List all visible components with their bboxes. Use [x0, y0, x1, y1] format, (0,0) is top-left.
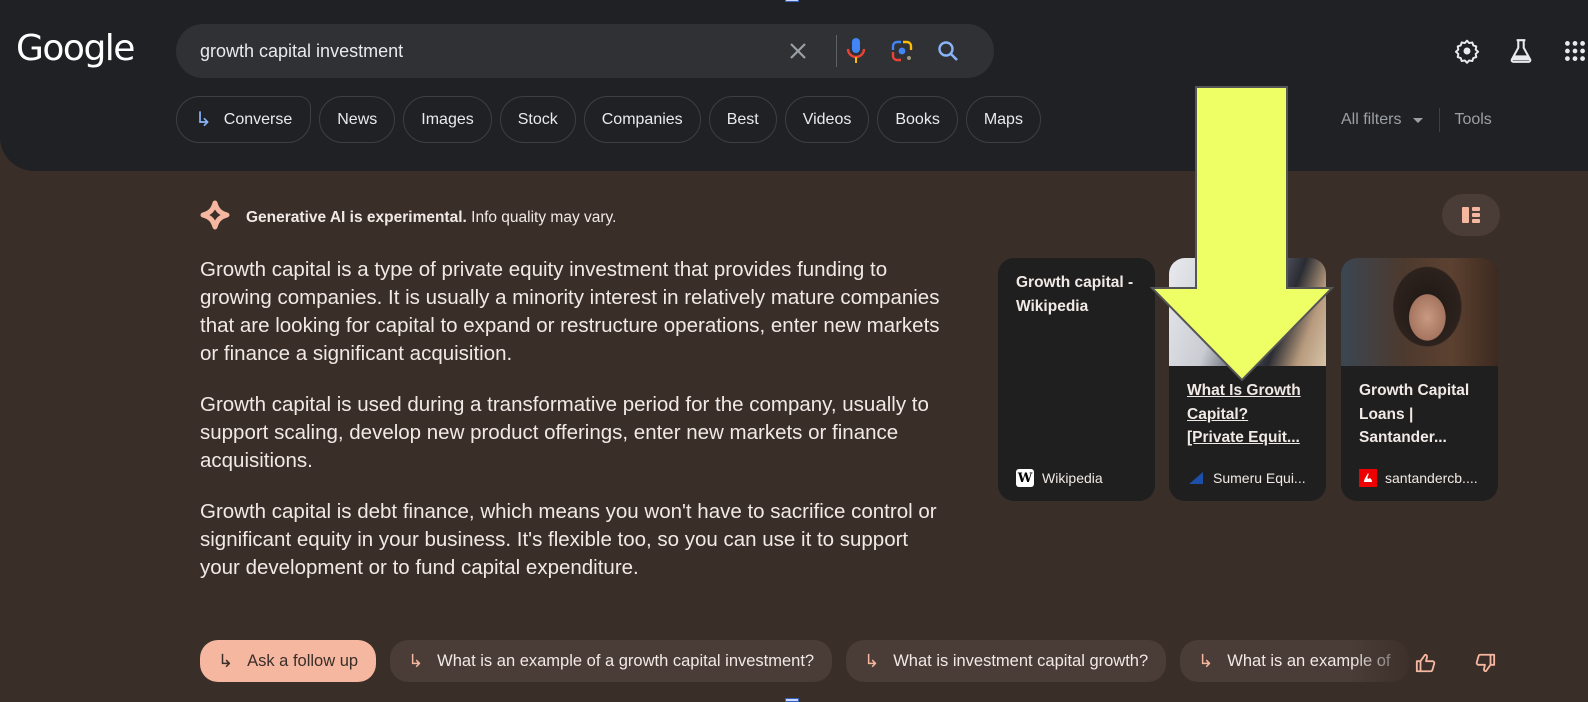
chip-best[interactable]: Best: [708, 96, 777, 143]
search-icon[interactable]: [933, 36, 963, 66]
source-card-source: santandercb....: [1359, 469, 1478, 487]
ai-overview-answer: Growth capital is a type of private equi…: [200, 256, 940, 605]
filters-divider: [1439, 108, 1441, 132]
selection-handle-bottom: [785, 698, 799, 702]
source-card-wikipedia[interactable]: Growth capital - Wikipedia W Wikipedia: [998, 258, 1155, 501]
source-card-title: What Is Growth Capital? [Private Equit..…: [1187, 382, 1301, 446]
source-card-sumeru[interactable]: What Is Growth Capital? [Private Equit..…: [1169, 258, 1326, 501]
follow-up-suggestions: ↳ Ask a follow up ↳ What is an example o…: [200, 640, 1409, 682]
reply-arrow-icon: ↳: [864, 650, 880, 671]
filters-bar: All filters Tools: [1341, 108, 1492, 132]
santander-favicon-icon: [1359, 469, 1377, 487]
chip-images[interactable]: Images: [403, 96, 492, 143]
chip-converse[interactable]: ↳ Converse: [176, 96, 312, 143]
search-input[interactable]: [200, 24, 760, 78]
apps-grid-icon[interactable]: [1560, 36, 1588, 66]
reply-arrow-icon: ↳: [1198, 650, 1214, 671]
chip-books[interactable]: Books: [877, 96, 958, 143]
suggested-question[interactable]: ↳ What is investment capital growth?: [846, 640, 1167, 682]
ai-experimental-banner: Generative AI is experimental. Info qual…: [200, 200, 616, 235]
reply-arrow-icon: ↳: [218, 650, 234, 671]
chip-news[interactable]: News: [319, 96, 396, 143]
google-lens-icon[interactable]: [887, 36, 917, 66]
converse-arrow-icon: ↳: [195, 109, 212, 131]
search-filter-chips: ↳ Converse News Images Stock Companies B…: [176, 96, 1041, 143]
chip-maps[interactable]: Maps: [965, 96, 1041, 143]
sumeru-favicon-icon: [1187, 469, 1205, 487]
search-divider: [836, 35, 837, 67]
source-card-source: W Wikipedia: [1016, 469, 1103, 487]
tools-button[interactable]: Tools: [1454, 111, 1491, 129]
layout-toggle-button[interactable]: [1442, 194, 1500, 236]
wikipedia-favicon-icon: W: [1016, 469, 1034, 487]
source-card-santander[interactable]: Growth Capital Loans | Santander... sant…: [1341, 258, 1498, 501]
source-card-source: Sumeru Equi...: [1187, 469, 1306, 487]
source-card-thumbnail: [1169, 258, 1326, 366]
search-box: [176, 24, 994, 78]
header: Google ↳ Converse News Images Stock Com: [0, 0, 1588, 171]
source-card-thumbnail: [1341, 258, 1498, 366]
answer-paragraph: Growth capital is used during a transfor…: [200, 393, 929, 472]
dropdown-caret-icon: [1413, 117, 1424, 123]
source-card-title: Growth Capital Loans | Santander...: [1359, 382, 1470, 446]
selection-handle-top: [785, 0, 799, 2]
ask-follow-up-button[interactable]: ↳ Ask a follow up: [200, 640, 377, 682]
google-logo[interactable]: Google: [16, 28, 135, 69]
chip-stock[interactable]: Stock: [499, 96, 576, 143]
chip-companies[interactable]: Companies: [583, 96, 701, 143]
chip-videos[interactable]: Videos: [784, 96, 870, 143]
suggested-question[interactable]: ↳ What is an example of a growth capital…: [390, 640, 833, 682]
reply-arrow-icon: ↳: [408, 650, 424, 671]
clear-icon[interactable]: [783, 36, 813, 66]
answer-paragraph: Growth capital is debt finance, which me…: [200, 500, 937, 579]
thumbs-down-icon[interactable]: [1472, 650, 1498, 676]
thumbs-up-icon[interactable]: [1413, 650, 1439, 676]
ai-disclaimer: Generative AI is experimental. Info qual…: [246, 208, 617, 226]
answer-paragraph: Growth capital is a type of private equi…: [200, 258, 940, 365]
settings-gear-icon[interactable]: [1452, 36, 1482, 66]
microphone-icon[interactable]: [841, 36, 871, 66]
source-card-title: Growth capital - Wikipedia: [1016, 274, 1134, 315]
all-filters-button[interactable]: All filters: [1341, 111, 1401, 129]
layout-panel-icon: [1462, 207, 1480, 223]
labs-flask-icon[interactable]: [1506, 36, 1536, 66]
gemini-sparkle-icon: [200, 200, 230, 235]
